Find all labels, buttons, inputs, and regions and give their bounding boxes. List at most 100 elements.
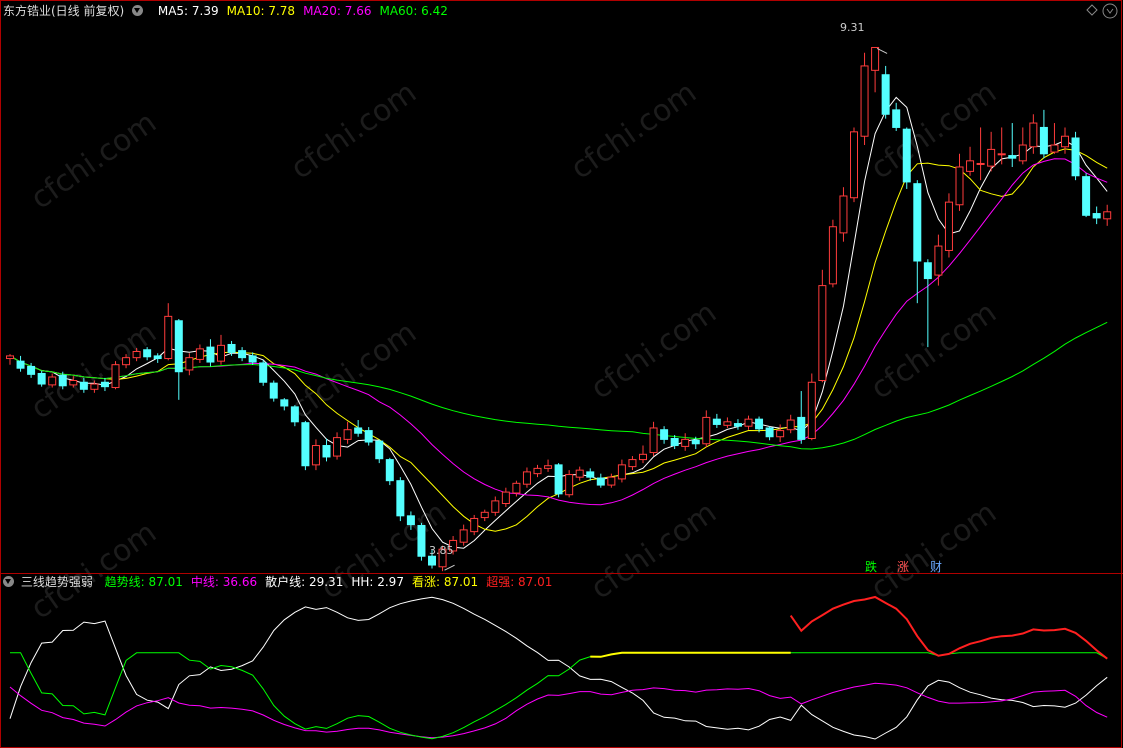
candle	[501, 487, 510, 508]
legend-item: HH: 2.97	[351, 575, 404, 589]
candle	[955, 153, 964, 211]
candle	[755, 416, 764, 433]
low-price-label: 3.85	[429, 544, 454, 557]
candle	[333, 432, 342, 460]
candle	[565, 470, 574, 498]
stock-title[interactable]: 东方锆业(日线 前复权)	[3, 4, 124, 18]
candle	[797, 391, 806, 444]
indicator-lines	[9, 595, 1108, 740]
strong-segment	[789, 595, 1108, 660]
dropdown-icon[interactable]	[3, 576, 14, 587]
candle	[860, 52, 869, 146]
candle	[322, 438, 331, 462]
legend-value: 2.97	[373, 575, 404, 589]
indicator-header: 三线趋势强弱 趋势线: 87.01 中线: 36.66 散户线: 29.31 HH: …	[3, 574, 552, 590]
candle	[470, 514, 479, 536]
candle	[1039, 109, 1048, 159]
watermark-text: cfchi.com	[285, 75, 423, 187]
legend-value: 29.31	[305, 575, 344, 589]
candle	[385, 457, 394, 486]
candle	[174, 318, 183, 400]
rise-button[interactable]: 涨	[897, 558, 909, 575]
candle	[776, 424, 785, 443]
candle	[607, 473, 616, 488]
candle	[206, 339, 215, 367]
candle	[6, 354, 14, 365]
candle	[744, 415, 753, 430]
watermark-text: cfchi.com	[585, 495, 723, 607]
candle	[575, 466, 584, 481]
candle	[290, 405, 299, 427]
settings-icon[interactable]	[1102, 3, 1118, 19]
watermark-text: cfchi.com	[865, 295, 1003, 407]
candle	[892, 102, 901, 131]
finance-button[interactable]: 财	[930, 558, 942, 575]
candle	[1103, 204, 1112, 226]
candle	[311, 439, 320, 471]
legend-label: 散户线:	[265, 575, 306, 589]
indicator-title[interactable]: 三线趋势强弱	[21, 575, 93, 589]
candle	[544, 459, 553, 472]
candle	[1018, 127, 1027, 165]
candle	[280, 398, 289, 411]
collapse-icon[interactable]	[1086, 4, 1098, 16]
legend-item: 中线: 36.66	[191, 575, 257, 589]
candle	[185, 353, 194, 376]
legend-label: MA60:	[379, 4, 418, 18]
candle	[1008, 123, 1017, 167]
candle	[596, 473, 605, 488]
legend-label: MA10:	[226, 4, 265, 18]
kline-chart: cfchi.com cfchi.com cfchi.com cfchi.com cfch…	[0, 0, 1123, 748]
candle	[712, 413, 721, 428]
legend-value: 6.42	[417, 4, 448, 18]
candle	[765, 426, 774, 441]
candle	[839, 187, 848, 242]
legend-item: MA60: 6.42	[379, 4, 447, 18]
legend-label: 超强:	[486, 575, 515, 589]
candle	[1050, 123, 1059, 154]
candle	[480, 509, 489, 522]
candle	[37, 370, 46, 387]
candle	[723, 417, 732, 428]
candle	[153, 353, 162, 363]
watermark-text: cfchi.com	[25, 515, 163, 627]
candle	[195, 344, 204, 363]
retail-line	[9, 596, 1108, 740]
ma-legend: MA5: 7.39 MA10: 7.78 MA20: 7.66 MA60: 6.42	[150, 4, 448, 18]
candle	[944, 193, 953, 258]
candle	[649, 421, 658, 457]
drop-button[interactable]: 跌	[865, 558, 877, 575]
candle	[818, 269, 827, 383]
candle	[987, 131, 996, 172]
candle	[871, 46, 880, 93]
candle	[396, 477, 405, 522]
candle	[343, 421, 352, 444]
candle	[364, 427, 373, 446]
candle	[902, 127, 911, 189]
legend-label: 中线:	[190, 575, 219, 589]
watermark-text: cfchi.com	[25, 105, 163, 217]
candle	[828, 219, 837, 288]
candle	[164, 303, 173, 361]
legend-value: 7.78	[264, 4, 296, 18]
candle	[913, 180, 922, 304]
candle	[628, 456, 637, 471]
candle	[934, 234, 943, 286]
legend-value: 87.01	[144, 575, 183, 589]
candle	[301, 420, 310, 471]
candle	[259, 360, 268, 386]
dropdown-icon[interactable]	[132, 5, 144, 16]
candle	[1071, 131, 1080, 181]
candle	[807, 373, 816, 441]
legend-item: MA10: 7.78	[227, 4, 295, 18]
candle	[217, 334, 225, 365]
candle	[702, 410, 711, 448]
legend-value: 7.66	[340, 4, 372, 18]
candle	[417, 522, 426, 561]
candle	[1082, 173, 1091, 218]
legend-item: MA5: 7.39	[158, 4, 219, 18]
indicator-legend: 趋势线: 87.01 中线: 36.66 散户线: 29.31 HH: 2.97 看涨:…	[97, 575, 553, 589]
legend-value: 7.39	[188, 4, 219, 18]
legend-item: 看涨: 87.01	[412, 575, 478, 589]
candle	[533, 464, 542, 478]
